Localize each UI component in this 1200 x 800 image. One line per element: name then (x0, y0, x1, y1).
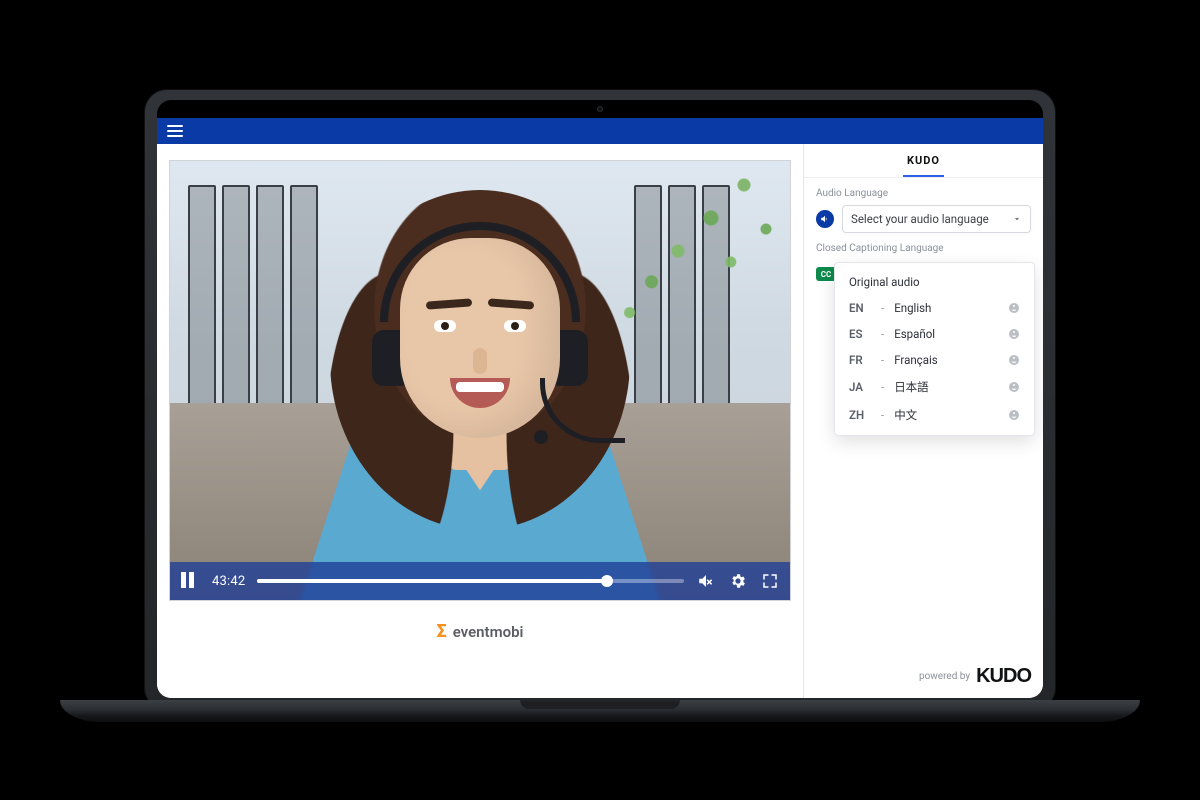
pause-icon (181, 572, 199, 590)
microphone-icon (540, 378, 630, 448)
video-container: 43:42 (157, 144, 803, 609)
audio-language-section: Audio Language Select your audio languag… (804, 178, 1043, 239)
eventmobi-wordmark: eventmobi (453, 623, 524, 641)
language-menu: Original audio EN-EnglishES-EspañolFR-Fra… (834, 262, 1035, 436)
language-code: JA (849, 380, 871, 394)
powered-by-label: powered by (919, 671, 970, 682)
volume-muted-icon (697, 572, 715, 590)
laptop-camera-strip (157, 100, 1043, 118)
language-option[interactable]: Original audio (835, 269, 1034, 295)
kudo-panel: KUDO Audio Language Select your audio la… (803, 144, 1043, 698)
panel-tabs: KUDO (804, 144, 1043, 178)
video-scene (170, 161, 790, 600)
audio-language-label: Audio Language (816, 188, 1031, 199)
pause-button[interactable] (180, 571, 200, 591)
language-option[interactable]: FR-Français (835, 347, 1034, 373)
ai-icon (1008, 381, 1020, 393)
eventmobi-logo: Σ eventmobi (437, 623, 524, 641)
laptop-bezel: 43:42 (157, 100, 1043, 698)
audio-language-dropdown[interactable]: Select your audio language (842, 205, 1031, 233)
progress-bar[interactable] (257, 579, 684, 583)
language-code: EN (849, 301, 871, 315)
fullscreen-button[interactable] (760, 571, 780, 591)
ai-icon (1008, 354, 1020, 366)
language-name: English (894, 301, 931, 315)
language-option[interactable]: ES-Español (835, 321, 1034, 347)
language-name: Español (894, 327, 935, 341)
video-player[interactable]: 43:42 (169, 160, 791, 601)
language-option[interactable]: JA-日本語 (835, 373, 1034, 401)
language-code: ZH (849, 408, 871, 422)
language-name: Original audio (849, 275, 920, 289)
language-code: ES (849, 327, 871, 341)
hamburger-menu-icon[interactable] (167, 125, 183, 137)
ai-icon (1008, 302, 1020, 314)
kudo-logo: KUDO (976, 665, 1031, 688)
laptop-frame: 43:42 (145, 90, 1055, 710)
fullscreen-icon (761, 572, 779, 590)
ai-icon (1008, 328, 1020, 340)
audio-language-value: Select your audio language (851, 212, 989, 226)
app-screen: 43:42 (157, 118, 1043, 698)
app-body: 43:42 (157, 144, 1043, 698)
gear-icon (729, 572, 747, 590)
tab-kudo[interactable]: KUDO (903, 146, 944, 177)
elapsed-time: 43:42 (212, 574, 245, 589)
brand-row: Σ eventmobi (157, 609, 803, 649)
app-topbar (157, 118, 1043, 144)
language-name: 中文 (894, 407, 917, 423)
language-code: FR (849, 353, 871, 367)
chevron-down-icon (1012, 214, 1022, 224)
settings-button[interactable] (728, 571, 748, 591)
language-name: 日本語 (894, 379, 929, 395)
captions-label: Closed Captioning Language (816, 243, 1031, 254)
laptop-base (60, 700, 1140, 722)
language-option[interactable]: EN-English (835, 295, 1034, 321)
language-option[interactable]: ZH-中文 (835, 401, 1034, 429)
eventmobi-mark-icon: Σ (437, 623, 447, 641)
mute-button[interactable] (696, 571, 716, 591)
main-column: 43:42 (157, 144, 803, 698)
progress-thumb[interactable] (601, 575, 613, 587)
presenter (250, 160, 710, 600)
video-controls: 43:42 (170, 562, 790, 600)
progress-fill (257, 579, 607, 583)
speaker-badge-icon (816, 210, 834, 228)
cc-badge-icon: CC (816, 267, 836, 281)
language-name: Français (894, 353, 938, 367)
ai-icon (1008, 409, 1020, 421)
powered-by: powered by KUDO (919, 665, 1031, 688)
